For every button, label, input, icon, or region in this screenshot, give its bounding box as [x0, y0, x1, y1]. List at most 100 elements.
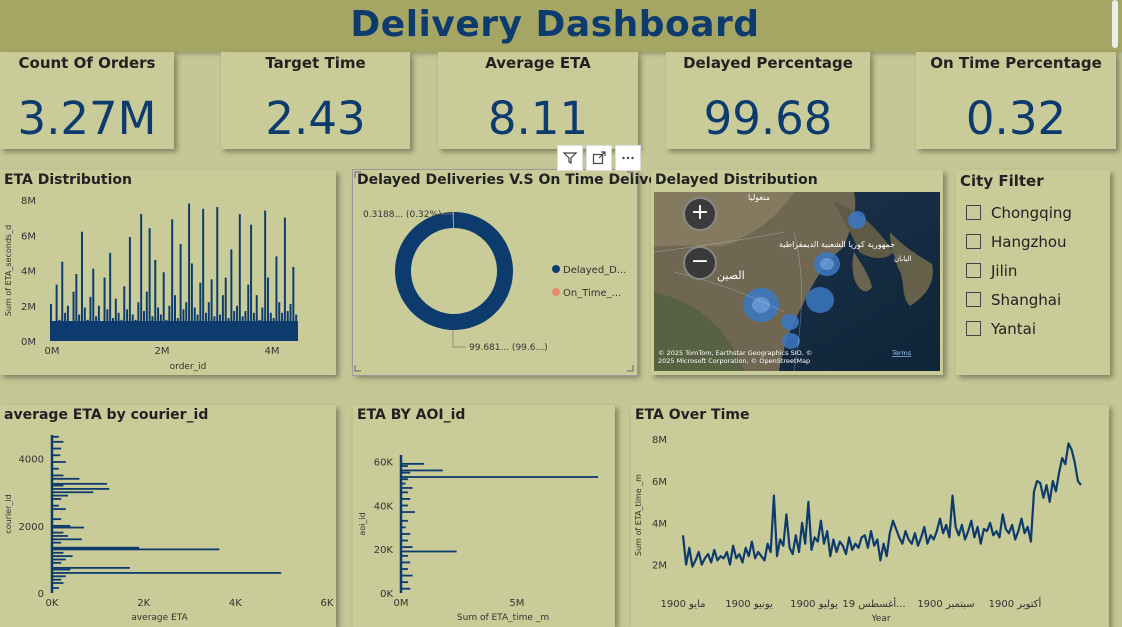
bar [52, 546, 140, 549]
checkbox[interactable] [966, 205, 981, 220]
map-terms-link: Terms [891, 349, 912, 357]
legend-label: On_Time_... [563, 288, 621, 299]
kpi-value: 3.27M [17, 92, 157, 145]
data-label: 99.681... (99.6...) [469, 343, 548, 353]
x-tick-label: 2M [155, 346, 170, 357]
eta-by-aoi-card[interactable]: ETA BY AOI_id 0K 20K 40K 60K 0M 5M Sum of ETA_… [353, 405, 615, 627]
x-tick-label: 4K [229, 598, 242, 609]
x-axis-label: Year [870, 614, 890, 624]
series-line [681, 442, 1082, 568]
x-tick-label: أكتوبر 1900 [989, 597, 1042, 610]
data-label: 0.3188... (0.32%) [363, 210, 442, 220]
delayed-vs-ontime-chart[interactable]: 0.3188... (0.32%) 99.681... (99.6...) Dela… [353, 170, 637, 375]
x-tick-label: 5M [509, 598, 524, 609]
bar [52, 555, 73, 558]
kpi-label: On Time Percentage [930, 54, 1102, 72]
delayed-distribution-map[interactable]: منغوليا جمهورية كوريا الشعبية الديمقراطي… [654, 192, 940, 371]
dashboard-header: Delivery Dashboard [0, 0, 1122, 52]
bar [52, 535, 69, 537]
y-tick-label: 2M [21, 302, 36, 313]
y-tick-label: 4M [652, 519, 667, 530]
bar [52, 541, 62, 544]
bar [401, 476, 598, 478]
eta-by-aoi-chart[interactable]: 0K 20K 40K 60K 0M 5M Sum of ETA_time _m aoi_id [353, 405, 615, 627]
selection-corner [354, 171, 361, 178]
filter-icon[interactable] [557, 145, 583, 171]
city-label: Shanghai [991, 290, 1062, 309]
y-tick-label: 8M [652, 435, 667, 446]
x-axis-label: average ETA [131, 613, 188, 623]
x-tick-label: 6K [321, 598, 334, 609]
city-label: Hangzhou [991, 232, 1067, 251]
x-tick-label: 2K [137, 598, 150, 609]
eta-distribution-card[interactable]: ETA Distribution 0M 2M 4M 6M 8M 0M 2M 4M order_i… [0, 170, 336, 375]
bar [52, 568, 71, 571]
y-tick-label: 0 [38, 589, 44, 600]
focus-mode-icon[interactable] [586, 145, 612, 171]
bar [401, 462, 425, 465]
bar [52, 566, 130, 569]
avg-eta-by-courier-chart[interactable]: 0 2000 4000 0K 2K 4K 6K average ETA courier_id [0, 405, 336, 627]
y-axis-label: courier_id [4, 494, 13, 533]
more-options-icon[interactable] [615, 145, 641, 171]
y-tick-label: 0M [21, 337, 36, 348]
zoom-in-button[interactable]: + [683, 197, 717, 231]
city-filter-title: City Filter [960, 172, 1044, 190]
x-axis-label: Sum of ETA_time _m [457, 613, 549, 623]
city-option-yantai[interactable]: Yantai [966, 314, 1072, 343]
kpi-value: 2.43 [265, 92, 366, 145]
bar [401, 587, 411, 590]
visual-toolbar [557, 145, 641, 171]
bar [188, 203, 191, 341]
delayed-vs-ontime-card[interactable]: Delayed Deliveries V.S On Time Delivery … [352, 169, 674, 376]
selection-corner [627, 171, 634, 178]
bar [52, 508, 66, 510]
kpi-label: Count Of Orders [18, 54, 156, 72]
x-tick-label: أغسطس 19... [842, 597, 905, 610]
zoom-out-button[interactable]: − [683, 246, 717, 280]
legend-marker [552, 265, 560, 273]
scrollbar[interactable] [1112, 0, 1118, 48]
donut-slice [395, 212, 513, 330]
kpi-target-time: Target Time 2.43 [221, 52, 410, 149]
bar [52, 548, 220, 551]
chart-title: Delayed Distribution [655, 172, 818, 188]
bar [52, 561, 62, 564]
x-tick-label: مايو 1900 [661, 599, 706, 610]
city-option-hangzhou[interactable]: Hangzhou [966, 227, 1072, 256]
avg-eta-by-courier-card[interactable]: average ETA by courier_id 0 2000 4000 0K 2K 4… [0, 405, 336, 627]
selection-corner [354, 365, 361, 372]
x-tick-label: 0K [46, 598, 59, 609]
bar [52, 447, 62, 450]
y-tick-label: 2M [652, 561, 667, 572]
y-axis-label: aoi_id [358, 512, 367, 535]
map-label-japan: اليابان [894, 255, 912, 263]
bar [52, 538, 82, 541]
city-label: Chongqing [991, 203, 1072, 222]
bar [52, 482, 107, 485]
kpi-value: 99.68 [703, 92, 833, 145]
page-title: Delivery Dashboard [350, 4, 760, 45]
bar [52, 558, 66, 561]
bar [401, 511, 415, 513]
eta-over-time-card[interactable]: ETA Over Time 2M 4M 6M 8M مايو 1900 يونيو 190… [631, 405, 1109, 627]
checkbox[interactable] [966, 292, 981, 307]
eta-distribution-chart[interactable]: 0M 2M 4M 6M 8M 0M 2M 4M order_id Sum of ETA_secon… [0, 170, 336, 375]
bar [52, 572, 282, 574]
y-tick-label: 4M [21, 267, 36, 278]
eta-over-time-chart[interactable]: 2M 4M 6M 8M مايو 1900 يونيو 1900 يوليو 1900 أغس… [631, 405, 1109, 627]
checkbox[interactable] [966, 321, 981, 336]
city-option-chongqing[interactable]: Chongqing [966, 198, 1072, 227]
bar [52, 518, 62, 521]
bar [52, 487, 110, 490]
map-attribution-2: 2025 Microsoft Corporation, © OpenStreet… [658, 357, 810, 365]
city-option-jilin[interactable]: Jilin [966, 256, 1072, 285]
city-option-shanghai[interactable]: Shanghai [966, 285, 1072, 314]
checkbox[interactable] [966, 234, 981, 249]
bar [52, 551, 64, 554]
legend-marker [552, 288, 560, 296]
map-label-mongolia: منغوليا [748, 193, 770, 202]
y-tick-label: 8M [21, 196, 36, 207]
y-tick-label: 6M [21, 231, 36, 242]
checkbox[interactable] [966, 263, 981, 278]
